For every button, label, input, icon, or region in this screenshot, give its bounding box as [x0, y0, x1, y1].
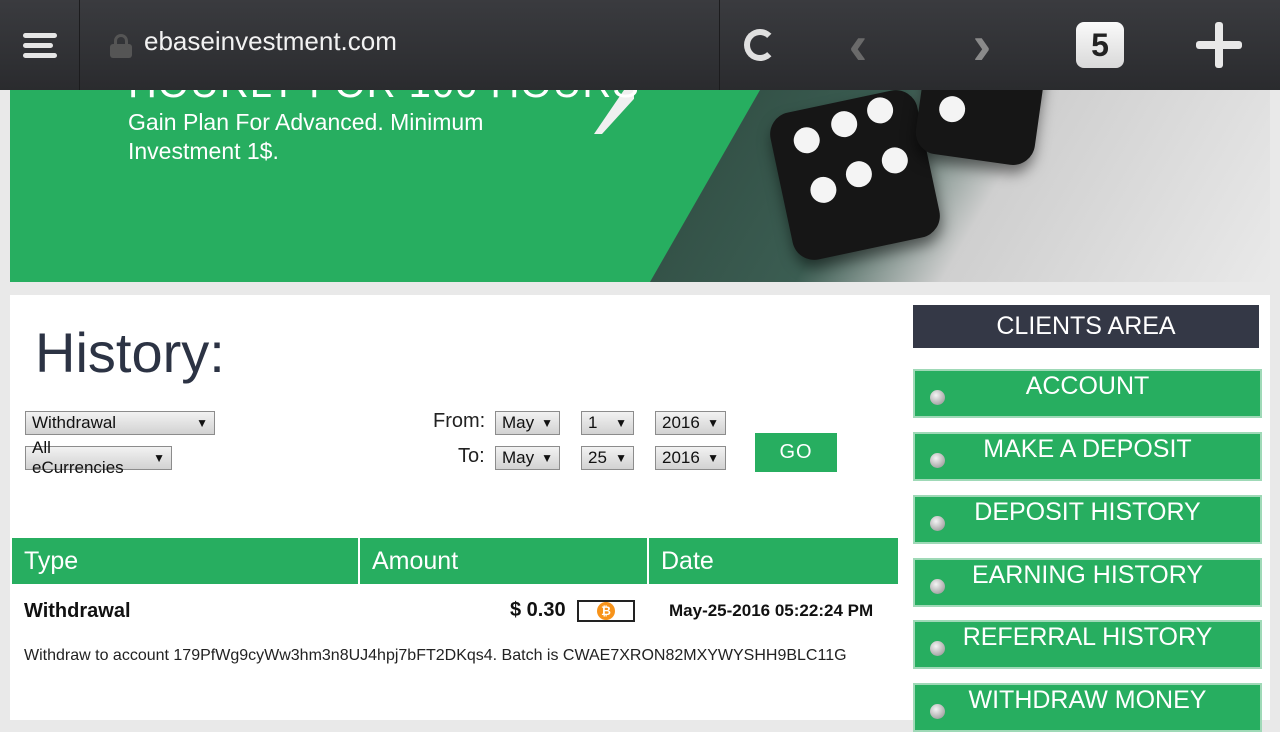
type-select-value: Withdrawal	[32, 413, 117, 432]
from-month-value: May	[502, 413, 535, 432]
dropdown-arrow-icon: ▼	[707, 416, 719, 430]
from-year-value: 2016	[662, 413, 700, 432]
browser-toolbar: ebaseinvestment.com ‹ › 5	[0, 0, 1280, 90]
dice-photo	[650, 90, 1270, 282]
page-title: History:	[35, 321, 225, 384]
bitcoin-icon: ₿	[597, 602, 615, 620]
clients-area-header: CLIENTS AREA	[913, 305, 1259, 348]
type-select[interactable]: Withdrawal ▼	[25, 411, 215, 435]
sidebar-item-label: EARNING HISTORY	[971, 561, 1204, 589]
column-header-amount: Amount	[360, 538, 649, 584]
row-date: May-25-2016 05:22:24 PM	[669, 601, 874, 620]
from-year-select[interactable]: 2016 ▼	[655, 411, 726, 435]
sidebar-item-label: WITHDRAW MONEY	[968, 686, 1207, 714]
from-month-select[interactable]: May ▼	[495, 411, 560, 435]
from-label: From:	[433, 410, 486, 432]
to-year-value: 2016	[662, 448, 700, 467]
row-type: Withdrawal	[24, 600, 131, 622]
promo-banner: HOURLY FOR 100 HOURS Gain Plan For Advan…	[10, 90, 1270, 282]
new-tab-button[interactable]	[1196, 22, 1242, 68]
sidebar-item-earning-history[interactable]: EARNING HISTORY	[913, 558, 1262, 607]
url-text[interactable]: ebaseinvestment.com	[144, 26, 397, 57]
currency-select-value: All eCurrencies	[32, 438, 124, 477]
sidebar-item-referral-history[interactable]: REFERRAL HISTORY	[913, 620, 1262, 669]
sidebar-item-deposit-history[interactable]: DEPOSIT HISTORY	[913, 495, 1262, 544]
sidebar-item-label: REFERRAL HISTORY	[962, 623, 1213, 651]
lock-icon	[110, 34, 132, 58]
column-header-date: Date	[649, 538, 898, 584]
dropdown-arrow-icon: ▼	[707, 451, 719, 465]
reload-icon	[744, 29, 776, 61]
address-bar[interactable]: ebaseinvestment.com	[80, 0, 720, 90]
table-header: Type Amount Date	[12, 538, 898, 584]
from-day-select[interactable]: 1 ▼	[581, 411, 634, 435]
die-image-2	[912, 90, 1048, 168]
dropdown-arrow-icon: ▼	[541, 416, 553, 430]
tabs-button[interactable]: 5	[1076, 22, 1124, 68]
to-label: To:	[458, 445, 485, 467]
row-amount: $ 0.30	[510, 599, 566, 621]
dropdown-arrow-icon: ▼	[615, 416, 627, 430]
row-description: Withdraw to account 179PfWg9cyWw3hm3n8UJ…	[24, 647, 847, 664]
back-button[interactable]: ‹	[833, 17, 883, 73]
sidebar-item-label: MAKE A DEPOSIT	[983, 435, 1192, 463]
chevron-right-icon: ›	[972, 13, 992, 76]
to-month-select[interactable]: May ▼	[495, 446, 560, 470]
menu-button[interactable]	[0, 0, 80, 90]
to-day-value: 25	[588, 448, 607, 467]
sidebar-item-withdraw-money[interactable]: WITHDRAW MONEY	[913, 683, 1262, 732]
reload-button[interactable]	[735, 22, 785, 68]
dropdown-arrow-icon: ▼	[541, 451, 553, 465]
to-month-value: May	[502, 448, 535, 467]
forward-button[interactable]: ›	[957, 17, 1007, 73]
main-panel: History: Withdrawal ▼ All eCurrencies ▼ Fr…	[10, 295, 1270, 732]
to-year-select[interactable]: 2016 ▼	[655, 446, 726, 470]
sidebar-item-make-deposit[interactable]: MAKE A DEPOSIT	[913, 432, 1262, 481]
chevron-left-icon: ‹	[848, 13, 868, 76]
dropdown-arrow-icon: ▼	[615, 451, 627, 465]
from-day-value: 1	[588, 413, 598, 432]
go-button[interactable]: GO	[755, 433, 837, 472]
sidebar-item-label: DEPOSIT HISTORY	[974, 498, 1201, 526]
banner-text: Gain Plan For Advanced. Minimum Investme…	[128, 109, 484, 164]
column-header-type: Type	[12, 538, 360, 584]
banner-title: HOURLY FOR 100 HOURS	[128, 90, 640, 107]
hamburger-icon	[22, 28, 57, 63]
dropdown-arrow-icon: ▼	[153, 451, 165, 465]
currency-badge: ₿	[577, 600, 635, 622]
dropdown-arrow-icon: ▼	[196, 416, 208, 430]
currency-select[interactable]: All eCurrencies ▼	[25, 438, 172, 477]
to-day-select[interactable]: 25 ▼	[581, 446, 634, 470]
sidebar-item-account[interactable]: ACCOUNT	[913, 369, 1262, 418]
sidebar-item-label: ACCOUNT	[1025, 372, 1150, 400]
